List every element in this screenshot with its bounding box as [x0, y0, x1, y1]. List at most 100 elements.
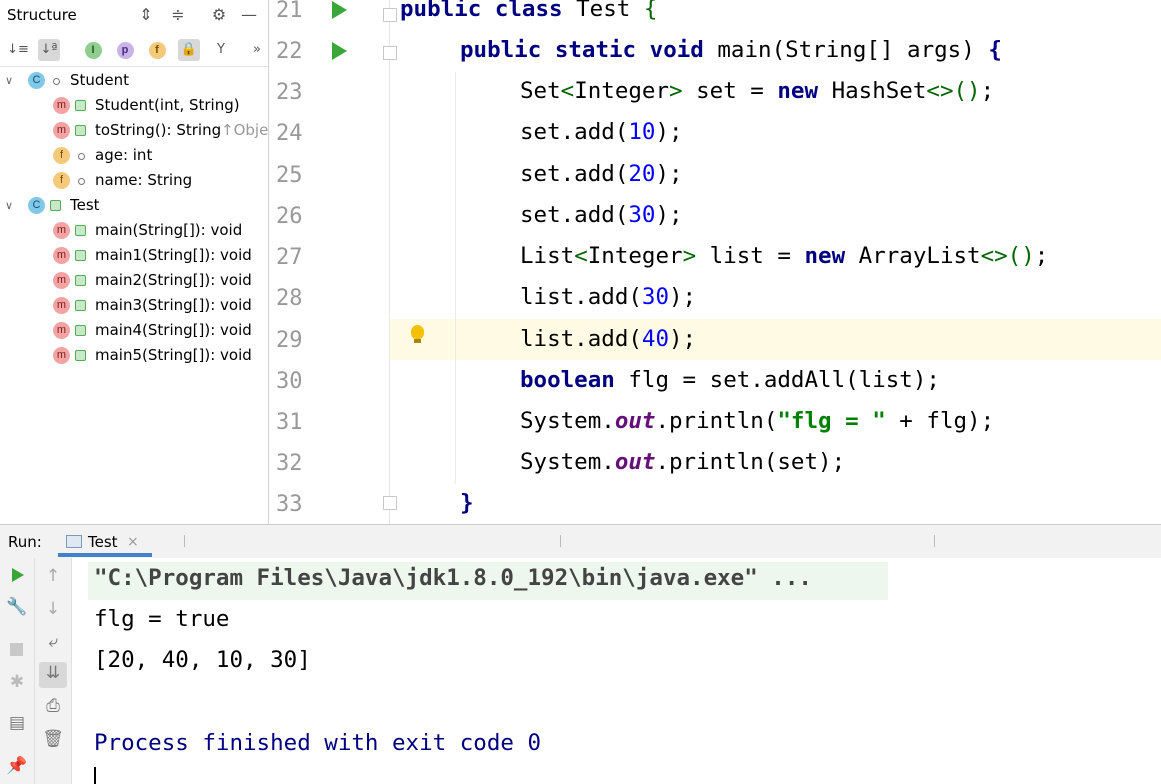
lightbulb-icon[interactable]: [411, 325, 424, 339]
public-icon: [75, 275, 86, 286]
keyword: public: [460, 37, 542, 63]
fold-icon[interactable]: [383, 8, 397, 22]
tree-item-suffix: ↑Objec: [221, 121, 268, 139]
tree-item-main4[interactable]: m main4(String[]): void: [0, 318, 268, 343]
structure-toolbar: ↓≡ ↓ª I p f 🔒 Y »: [0, 34, 268, 67]
tree-item-name[interactable]: f name: String: [0, 168, 268, 193]
public-icon: [75, 325, 86, 336]
gear-icon[interactable]: ⚙: [208, 4, 230, 26]
code-text: >: [682, 243, 697, 269]
tree-item-main3[interactable]: m main3(String[]): void: [0, 293, 268, 318]
expand-all-icon[interactable]: ⇕: [135, 4, 157, 26]
number-literal: 30: [641, 284, 670, 310]
more-icon[interactable]: »: [246, 39, 268, 61]
code-text: );: [669, 326, 697, 352]
chevron-down-icon[interactable]: ∨: [3, 68, 15, 93]
show-non-public-icon[interactable]: 🔒: [178, 39, 200, 61]
code-text: ArrayList: [845, 243, 981, 269]
run-label: Run:: [8, 533, 42, 551]
trash-icon[interactable]: 🗑: [38, 729, 68, 749]
tree-item-label: name: String: [95, 171, 193, 189]
layout-icon[interactable]: ▤: [2, 713, 32, 733]
code-line-24[interactable]: set.add(10);: [520, 119, 683, 145]
tree-item-main2[interactable]: m main2(String[]): void: [0, 268, 268, 293]
code-line-30[interactable]: boolean flg = set.addAll(list);: [520, 367, 940, 393]
splitter-handle[interactable]: [934, 535, 935, 547]
tree-item-label: main5(String[]): void: [95, 346, 252, 364]
code-line-21[interactable]: public class Test {: [400, 0, 657, 22]
line-number: 22: [276, 39, 303, 64]
tree-item-main[interactable]: m main(String[]): void: [0, 218, 268, 243]
lightbulb-base: [414, 339, 421, 343]
collapse-all-icon[interactable]: ≑: [167, 4, 189, 26]
bug-icon[interactable]: ✱: [2, 672, 32, 692]
chevron-down-icon[interactable]: ∨: [3, 193, 15, 218]
tree-item-student-constructor[interactable]: m Student(int, String): [0, 93, 268, 118]
stop-icon[interactable]: [10, 643, 23, 656]
tree-item-label: age: int: [95, 146, 153, 164]
splitter-handle[interactable]: [184, 535, 185, 547]
line-number: 26: [276, 204, 303, 229]
close-icon[interactable]: ×: [127, 534, 139, 550]
public-icon: [75, 350, 86, 361]
tree-item-main5[interactable]: m main5(String[]): void: [0, 343, 268, 368]
show-inherited-icon[interactable]: I: [82, 39, 104, 61]
tree-item-age[interactable]: f age: int: [0, 143, 268, 168]
tree-item-tostring[interactable]: m toString(): String ↑Objec: [0, 118, 268, 143]
code-text: list.add(: [520, 284, 642, 310]
show-lambdas-icon[interactable]: Y: [210, 39, 232, 61]
down-arrow-icon[interactable]: ↓: [38, 599, 68, 619]
method-icon: m: [53, 322, 70, 339]
code-line-22[interactable]: public static void main(String[] args) {: [460, 37, 1002, 63]
line-number: 30: [276, 369, 303, 394]
line-number: 24: [276, 121, 303, 146]
code-line-29[interactable]: list.add(40);: [520, 326, 696, 352]
tree-item-main1[interactable]: m main1(String[]): void: [0, 243, 268, 268]
code-text: <: [560, 78, 575, 104]
tree-item-test[interactable]: ∨ C Test: [0, 193, 268, 218]
wrench-icon[interactable]: 🔧: [2, 597, 32, 617]
class-icon: C: [28, 72, 45, 89]
code-line-32[interactable]: System.out.println(set);: [520, 449, 845, 475]
code-text: <>(): [926, 78, 981, 104]
code-line-28[interactable]: list.add(30);: [520, 284, 696, 310]
structure-title: Structure: [7, 6, 77, 24]
field-icon: f: [53, 147, 70, 164]
code-text: set =: [682, 78, 778, 104]
soft-wrap-icon[interactable]: ⤶: [38, 632, 68, 652]
public-icon: [75, 300, 86, 311]
code-text: <>(): [980, 243, 1035, 269]
up-arrow-icon[interactable]: ↑: [38, 566, 68, 586]
rerun-icon[interactable]: [12, 568, 24, 582]
code-line-25[interactable]: set.add(20);: [520, 161, 683, 187]
number-literal: 20: [628, 161, 656, 187]
console-output-line: flg = true: [94, 606, 230, 632]
code-line-26[interactable]: set.add(30);: [520, 202, 683, 228]
code-line-31[interactable]: System.out.println("flg = " + flg);: [520, 408, 994, 434]
code-text: + flg);: [885, 408, 995, 434]
splitter-handle[interactable]: [560, 535, 561, 547]
line-number: 32: [276, 451, 303, 476]
tree-item-student[interactable]: ∨ C Student: [0, 68, 268, 93]
show-properties-icon[interactable]: p: [114, 39, 136, 61]
code-line-33[interactable]: }: [460, 490, 474, 516]
code-line-27[interactable]: List<Integer> list = new ArrayList<>();: [520, 243, 1048, 269]
line-number: 27: [276, 245, 303, 270]
static-field: out: [614, 449, 656, 475]
sort-by-visibility-icon[interactable]: ↓≡: [7, 39, 29, 61]
scroll-to-end-icon: ⇊: [45, 663, 61, 683]
run-class-icon[interactable]: [332, 1, 347, 19]
sort-alphabetically-icon[interactable]: ↓ª: [38, 39, 60, 61]
pin-icon[interactable]: 📌: [2, 756, 32, 776]
run-main-icon[interactable]: [332, 42, 347, 60]
code-line-23[interactable]: Set<Integer> set = new HashSet<>();: [520, 78, 994, 104]
number-literal: 30: [628, 202, 656, 228]
fold-icon[interactable]: [383, 46, 397, 60]
minimize-icon[interactable]: —: [238, 4, 260, 26]
fold-icon[interactable]: [383, 496, 397, 510]
print-icon[interactable]: ⎙: [38, 696, 68, 716]
package-private-icon: [78, 153, 85, 160]
code-text: <: [574, 243, 588, 269]
keyword: new: [777, 78, 819, 104]
show-fields-icon[interactable]: f: [146, 39, 168, 61]
